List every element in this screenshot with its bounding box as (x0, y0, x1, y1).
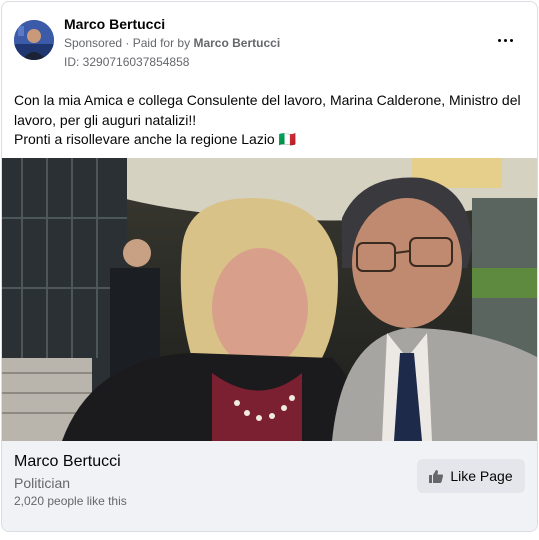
like-page-button[interactable]: Like Page (417, 459, 525, 493)
paid-for-prefix: Paid for by (132, 36, 191, 50)
post-photo[interactable] (2, 158, 537, 441)
meta-separator: · (125, 36, 133, 50)
thumbs-up-icon (429, 469, 444, 483)
page-footer: Marco Bertucci Politician 2,020 people l… (2, 441, 537, 531)
post-text: Con la mia Amica e collega Consulente de… (14, 91, 524, 150)
ad-id: ID: 3290716037854858 (64, 55, 190, 69)
like-page-label: Like Page (450, 468, 513, 484)
advertiser-avatar[interactable] (14, 20, 54, 60)
page-name[interactable]: Marco Bertucci (14, 453, 121, 471)
sponsored-line: Sponsored · Paid for by Marco Bertucci (64, 36, 280, 50)
ad-card: Marco Bertucci Sponsored · Paid for by M… (1, 1, 538, 532)
page-likes-count: 2,020 people like this (14, 494, 127, 508)
paid-for-name[interactable]: Marco Bertucci (193, 36, 280, 50)
more-horizontal-icon[interactable] (493, 32, 517, 48)
ad-header: Marco Bertucci Sponsored · Paid for by M… (2, 2, 537, 82)
page-category: Politician (14, 475, 71, 491)
post-line-1: Con la mia Amica e collega Consulente de… (14, 92, 521, 128)
sponsored-label: Sponsored (64, 36, 123, 50)
post-line-2: Pronti a risollevare anche la regione La… (14, 131, 297, 147)
advertiser-name[interactable]: Marco Bertucci (64, 16, 165, 32)
